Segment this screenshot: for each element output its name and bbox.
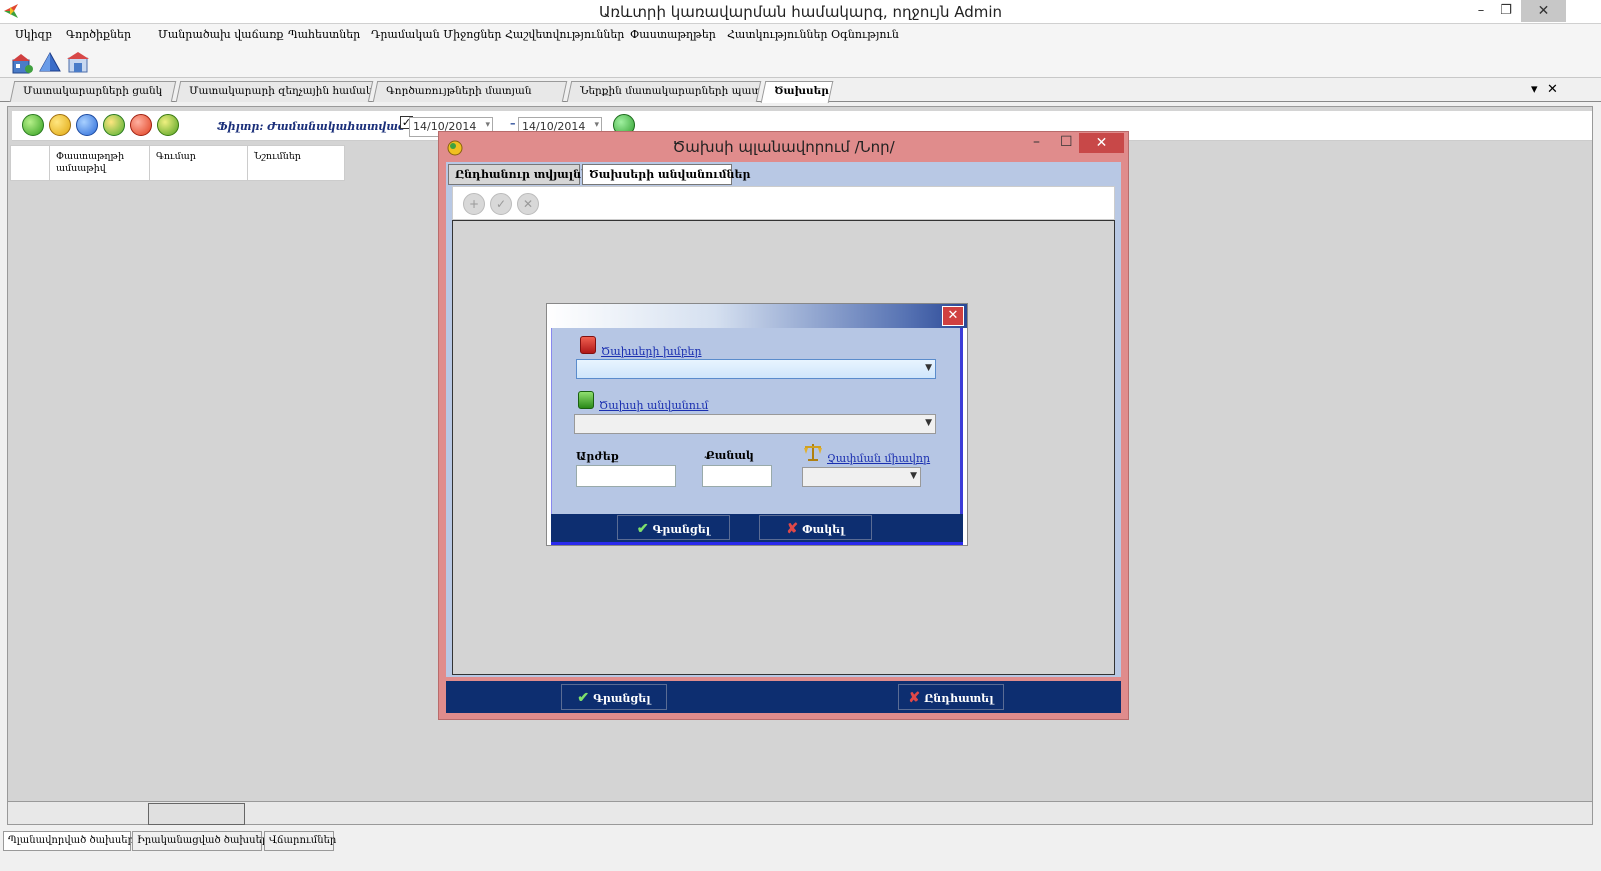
tab-internal-orders[interactable]: Ներքին մատակարարների պատվ... bbox=[566, 81, 762, 102]
column-amount[interactable]: Գումար bbox=[150, 146, 248, 180]
dialog-minimize-button[interactable]: – bbox=[1033, 134, 1040, 150]
expense-group-icon bbox=[580, 336, 596, 354]
menu-bar: Սկիզբ Գործիքներ Մանրածախ վաճառք Պահեստնե… bbox=[0, 24, 1601, 46]
tab-operations-log[interactable]: Գործառույթների մատյան bbox=[372, 81, 568, 102]
column-notes[interactable]: Նշումներ bbox=[248, 146, 344, 180]
add-row-button[interactable]: + bbox=[463, 193, 485, 215]
menu-tools[interactable]: Գործիքներ bbox=[66, 28, 131, 41]
sub-dialog-footer: ✔ Գրանցել ✘ Փակել bbox=[551, 514, 963, 542]
delete-row-button[interactable]: ✕ bbox=[517, 193, 539, 215]
dialog-title: Ծախսի պլանավորում /Նոր/ bbox=[672, 138, 895, 156]
main-toolbar bbox=[0, 46, 1601, 78]
tab-suppliers-list[interactable]: Մատակարարների ցանկ bbox=[9, 81, 177, 102]
tab-payments[interactable]: Վճարումներ bbox=[264, 831, 336, 851]
menu-reports[interactable]: Հաշվետվություններ bbox=[505, 28, 624, 41]
tab-label: Գործառույթների մատյան bbox=[386, 85, 532, 97]
value-input[interactable] bbox=[576, 465, 676, 487]
footer-summary-cell bbox=[148, 803, 245, 825]
tab-general-data[interactable]: Ընդհանուր տվյալներ bbox=[448, 164, 597, 185]
quantity-input[interactable] bbox=[702, 465, 772, 487]
cross-icon: ✘ bbox=[786, 521, 799, 537]
add-expense-item-dialog: ✕ Ծախսերի խմբեր ▼ Ծախսի անվանում ▼ Արժեք… bbox=[546, 303, 968, 546]
tab-list-dropdown[interactable]: ▾ bbox=[1531, 82, 1538, 97]
expenses-grid-header: Փաստաթղթի ամսաթիվ Գումար Նշումներ bbox=[10, 145, 345, 181]
tab-expenses[interactable]: Ծախսեր bbox=[760, 81, 834, 103]
tab-expense-names[interactable]: Ծախսերի անվանումներ bbox=[582, 164, 750, 185]
expense-groups-link[interactable]: Ծախսերի խմբեր bbox=[601, 345, 702, 358]
menu-start[interactable]: Սկիզբ bbox=[15, 28, 52, 41]
tab-supplier-discount[interactable]: Մատակարարի զեղչային համակ... bbox=[175, 81, 374, 102]
tab-label: Մատակարարների ցանկ bbox=[23, 85, 163, 97]
expense-name-link[interactable]: Ծախսի անվանում bbox=[599, 399, 708, 412]
products-icon[interactable] bbox=[38, 51, 62, 75]
export-icon[interactable] bbox=[157, 114, 179, 136]
value-label: Արժեք bbox=[576, 450, 619, 463]
check-icon: ✔ bbox=[636, 521, 649, 537]
title-bar: Առևտրի կառավարման համակարգ, ողջույն Admi… bbox=[0, 0, 1601, 24]
tab-close-button[interactable]: ✕ bbox=[1547, 82, 1558, 97]
dialog-footer: ✔ Գրանցել ✘ Ընդհատել bbox=[446, 681, 1121, 713]
chevron-down-icon: ▾ bbox=[594, 120, 599, 130]
sub-dialog-close-button[interactable]: ✕ bbox=[942, 306, 964, 326]
chevron-down-icon: ▼ bbox=[910, 471, 917, 481]
expense-name-icon bbox=[578, 391, 594, 409]
tab-label: Ներքին մատակարարների պատվ... bbox=[580, 85, 762, 97]
grid-footer bbox=[7, 801, 1593, 825]
menu-properties[interactable]: Հատկություններ bbox=[727, 28, 827, 41]
chevron-down-icon: ▼ bbox=[925, 418, 932, 428]
menu-documents[interactable]: Փաստաթղթեր bbox=[630, 28, 716, 41]
chevron-down-icon: ▼ bbox=[925, 363, 932, 373]
clients-icon[interactable] bbox=[10, 51, 34, 75]
warehouse-icon[interactable] bbox=[66, 51, 90, 75]
tab-planned-expenses[interactable]: Պլանավորված ծախսեր bbox=[3, 831, 134, 851]
cancel-label: Ընդհատել bbox=[924, 692, 994, 705]
check-icon: ✔ bbox=[577, 690, 590, 706]
date-separator: – bbox=[510, 117, 516, 130]
unit-link[interactable]: Չափման միավոր bbox=[827, 452, 930, 465]
scales-icon bbox=[804, 444, 822, 461]
expense-names-toolbar: + ✓ ✕ bbox=[452, 186, 1115, 220]
document-tabs: Մատակարարների ցանկ Մատակարարի զեղչային հ… bbox=[0, 79, 1601, 103]
copy-icon[interactable] bbox=[76, 114, 98, 136]
sub-close-button[interactable]: ✘ Փակել bbox=[759, 515, 872, 540]
tab-label: Ծախսեր bbox=[774, 85, 829, 97]
add-icon[interactable] bbox=[22, 114, 44, 136]
minimize-button[interactable]: – bbox=[1467, 0, 1495, 22]
quantity-label: Քանակ bbox=[705, 449, 754, 462]
menu-warehouses[interactable]: Պահեստներ bbox=[288, 28, 360, 41]
sub-close-label: Փակել bbox=[802, 523, 845, 536]
tab-actual-expenses[interactable]: Իրականացված ծախսեր bbox=[132, 831, 268, 851]
confirm-row-button[interactable]: ✓ bbox=[490, 193, 512, 215]
menu-retail[interactable]: Մանրածախ վաճառք bbox=[158, 28, 283, 41]
menu-help[interactable]: Օգնություն bbox=[831, 28, 899, 41]
row-header-cell bbox=[11, 146, 50, 180]
sub-dialog-body: Ծախսերի խմբեր ▼ Ծախսի անվանում ▼ Արժեք Ք… bbox=[551, 328, 963, 514]
tab-label: Մատակարարի զեղչային համակ... bbox=[189, 85, 374, 97]
window-title: Առևտրի կառավարման համակարգ, ողջույն Admi… bbox=[598, 3, 1003, 21]
dialog-maximize-button[interactable]: ☐ bbox=[1060, 134, 1073, 150]
expense-name-select[interactable]: ▼ bbox=[574, 414, 936, 434]
refresh-icon[interactable] bbox=[103, 114, 125, 136]
bottom-tabs: Պլանավորված ծախսեր Իրականացված ծախսեր Վճ… bbox=[0, 829, 1601, 851]
expense-group-select[interactable]: ▼ bbox=[576, 359, 936, 379]
register-button[interactable]: ✔ Գրանցել bbox=[561, 684, 667, 710]
menu-cash[interactable]: Դրամական Միջոցներ bbox=[371, 28, 501, 41]
sub-register-button[interactable]: ✔ Գրանցել bbox=[617, 515, 730, 540]
unit-select[interactable]: ▼ bbox=[802, 467, 921, 487]
close-button[interactable]: ✕ bbox=[1521, 0, 1566, 22]
column-doc-date[interactable]: Փաստաթղթի ամսաթիվ bbox=[50, 146, 150, 180]
cancel-button[interactable]: ✘ Ընդհատել bbox=[898, 684, 1004, 710]
sub-dialog-bottom-edge bbox=[551, 542, 963, 545]
restore-button[interactable]: ❐ bbox=[1492, 0, 1520, 22]
filter-period-label: Ֆիլտր: Ժամանակահատված՝ bbox=[217, 120, 410, 133]
sub-dialog-header: ✕ bbox=[547, 304, 967, 328]
sub-register-label: Գրանցել bbox=[652, 523, 711, 536]
dialog-close-button[interactable]: ✕ bbox=[1079, 133, 1124, 153]
register-label: Գրանցել bbox=[593, 692, 651, 705]
chevron-down-icon: ▾ bbox=[485, 120, 490, 130]
delete-icon[interactable] bbox=[130, 114, 152, 136]
cross-icon: ✘ bbox=[908, 690, 921, 706]
edit-icon[interactable] bbox=[49, 114, 71, 136]
